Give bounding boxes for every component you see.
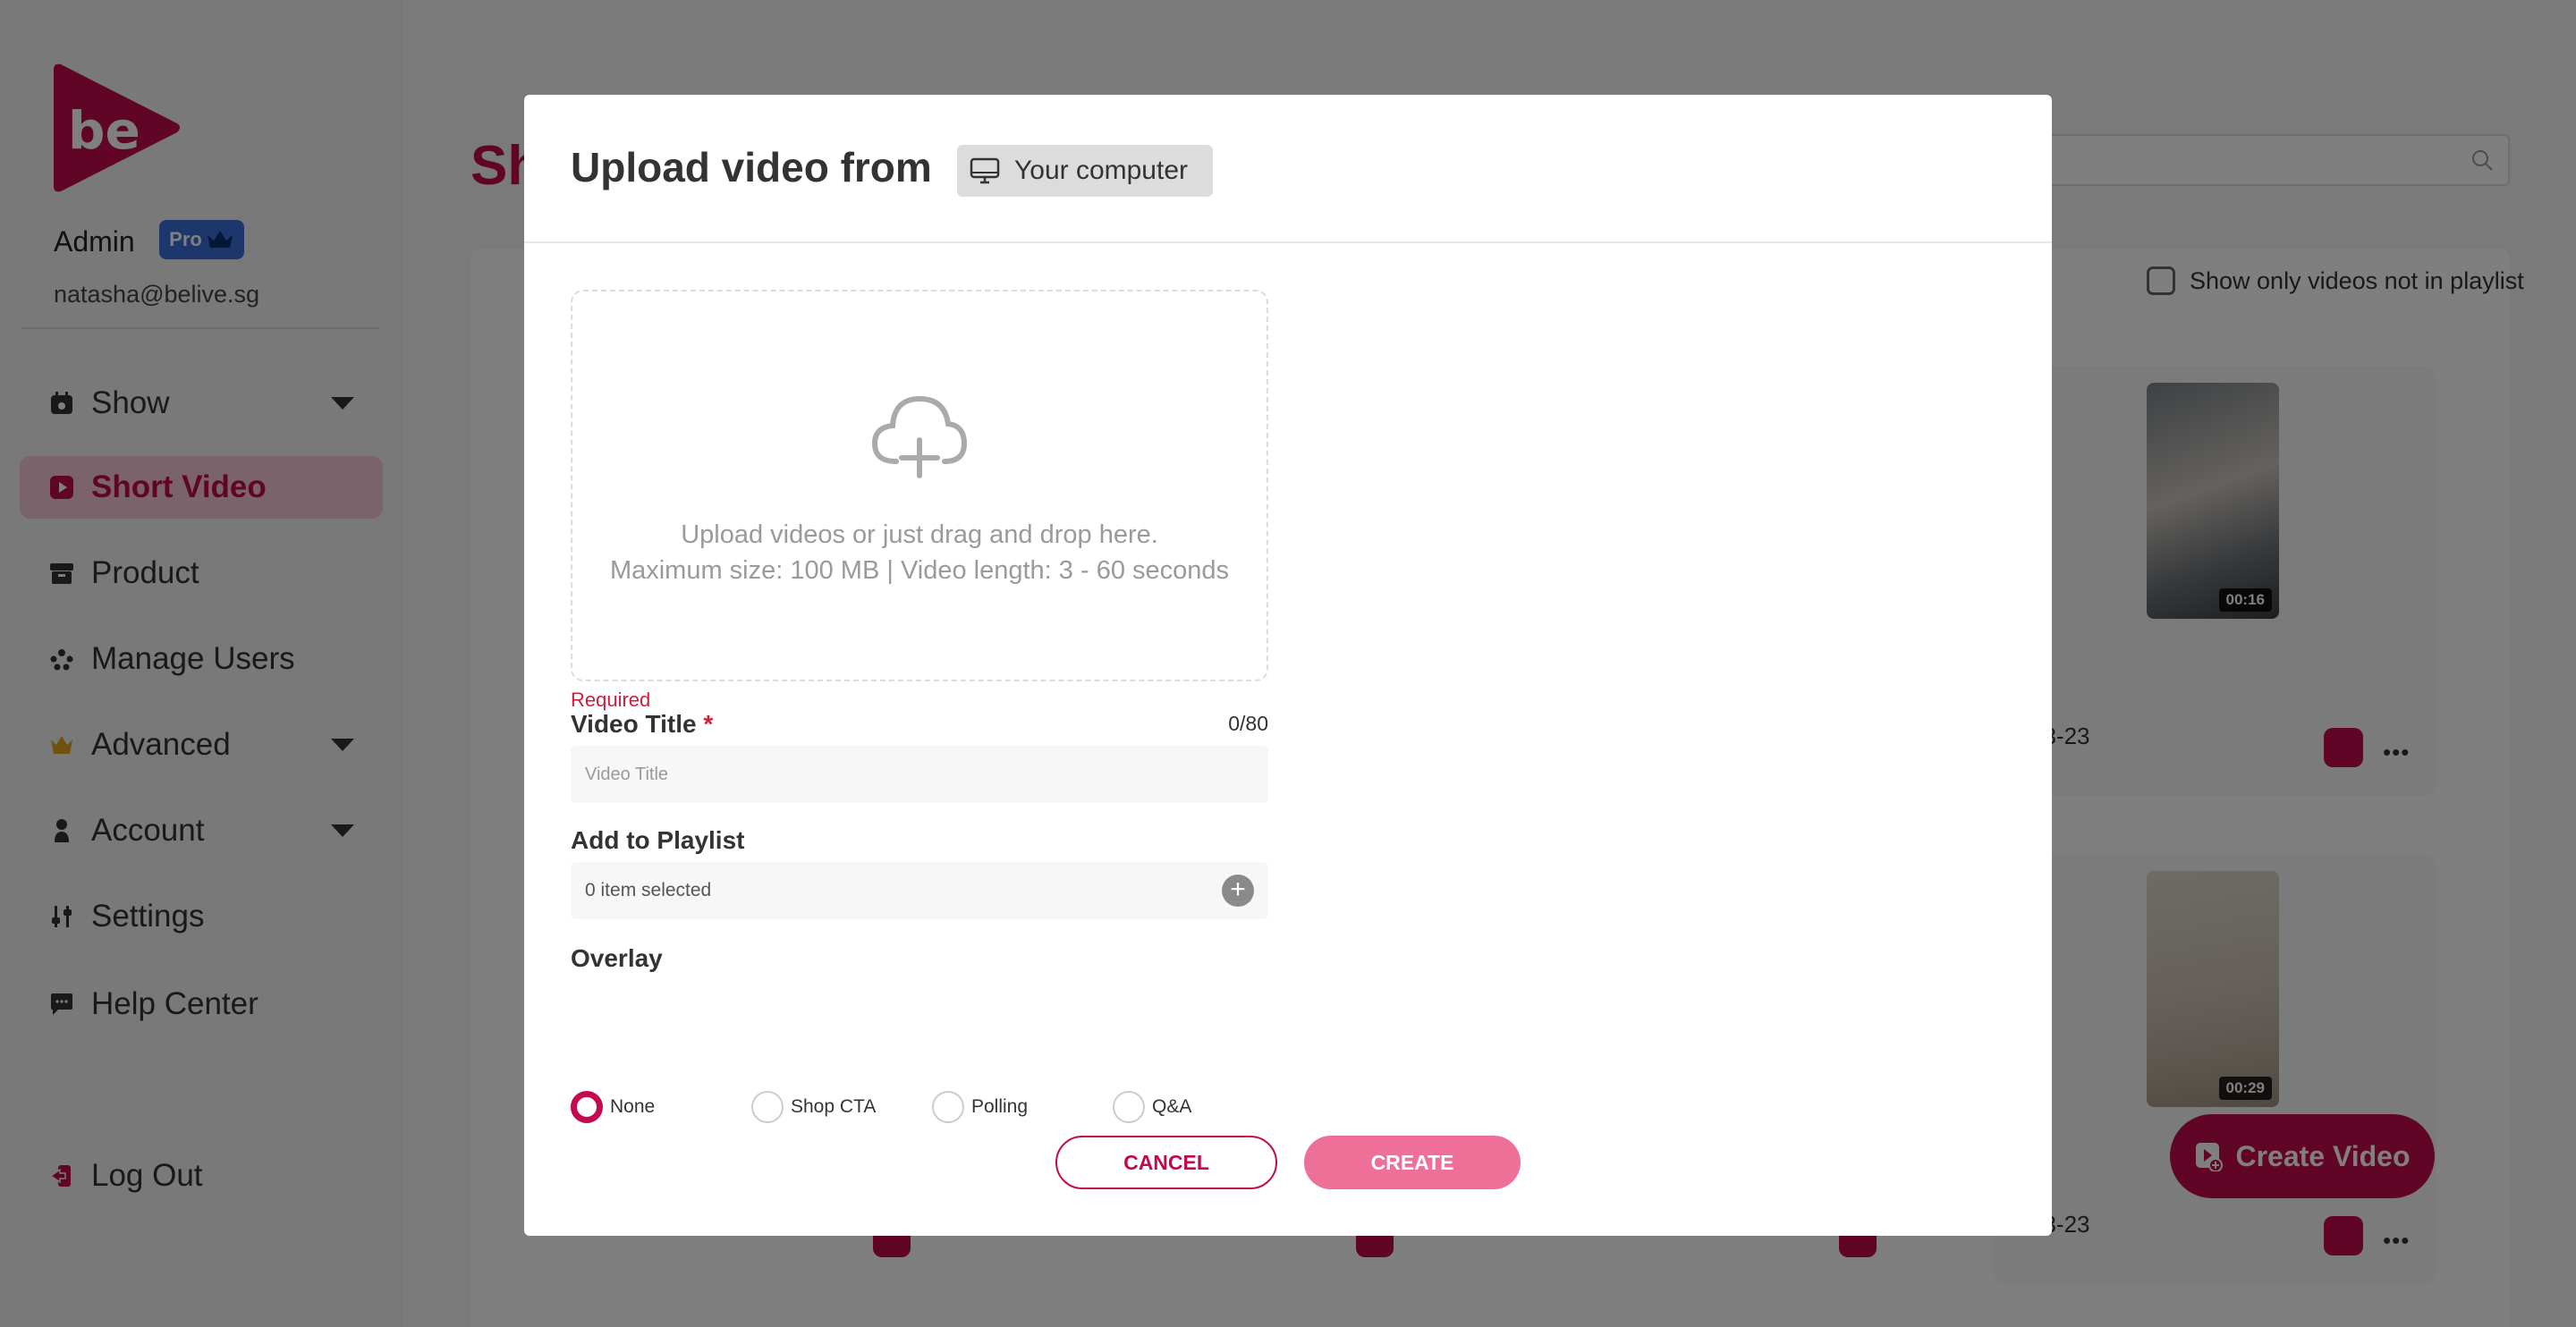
radio-label: None	[610, 1096, 656, 1117]
playlist-select[interactable]: 0 item selected +	[571, 862, 1268, 919]
video-title-input[interactable]: Video Title	[571, 746, 1268, 803]
modal-header: Upload video from Your computer	[524, 95, 2052, 243]
dropzone-instructions: Upload videos or just drag and drop here…	[681, 520, 1158, 549]
modal-title: Upload video from	[571, 144, 932, 190]
playlist-label: Add to Playlist	[571, 826, 745, 854]
radio-button[interactable]	[571, 1091, 603, 1123]
overlay-options: None Shop CTA Polling Q&A	[571, 1091, 1268, 1127]
add-playlist-icon[interactable]: +	[1222, 875, 1254, 907]
create-button[interactable]: CREATE	[1304, 1136, 1521, 1189]
upload-video-modal: Upload video from Your computer Upload v…	[524, 95, 2052, 1236]
required-mark: *	[703, 710, 714, 738]
cloud-upload-icon	[871, 395, 968, 478]
monitor-icon	[970, 157, 1000, 184]
overlay-option-shop-cta[interactable]: Shop CTA	[751, 1091, 876, 1123]
radio-label: Q&A	[1152, 1096, 1192, 1117]
radio-button[interactable]	[751, 1091, 784, 1123]
playlist-value: 0 item selected	[585, 880, 712, 900]
overlay-label: Overlay	[571, 944, 663, 972]
radio-button[interactable]	[932, 1091, 964, 1123]
required-error: Required	[571, 689, 651, 711]
dropzone-limits: Maximum size: 100 MB | Video length: 3 -…	[609, 556, 1230, 585]
radio-label: Shop CTA	[791, 1096, 877, 1117]
radio-label: Polling	[971, 1096, 1029, 1117]
upload-source-label: Your computer	[1014, 156, 1189, 185]
character-counter: 0/80	[1228, 712, 1268, 735]
upload-source-selector[interactable]: Your computer	[957, 145, 1214, 197]
video-title-label-text: Video Title	[571, 710, 697, 738]
cancel-button[interactable]: CANCEL	[1055, 1136, 1277, 1189]
video-title-label: Video Title *	[571, 710, 713, 739]
overlay-option-none[interactable]: None	[571, 1091, 655, 1123]
radio-button[interactable]	[1113, 1091, 1145, 1123]
video-title-placeholder: Video Title	[585, 764, 669, 784]
overlay-option-polling[interactable]: Polling	[932, 1091, 1028, 1123]
video-dropzone[interactable]: Upload videos or just drag and drop here…	[571, 290, 1268, 681]
overlay-option-qa[interactable]: Q&A	[1113, 1091, 1191, 1123]
